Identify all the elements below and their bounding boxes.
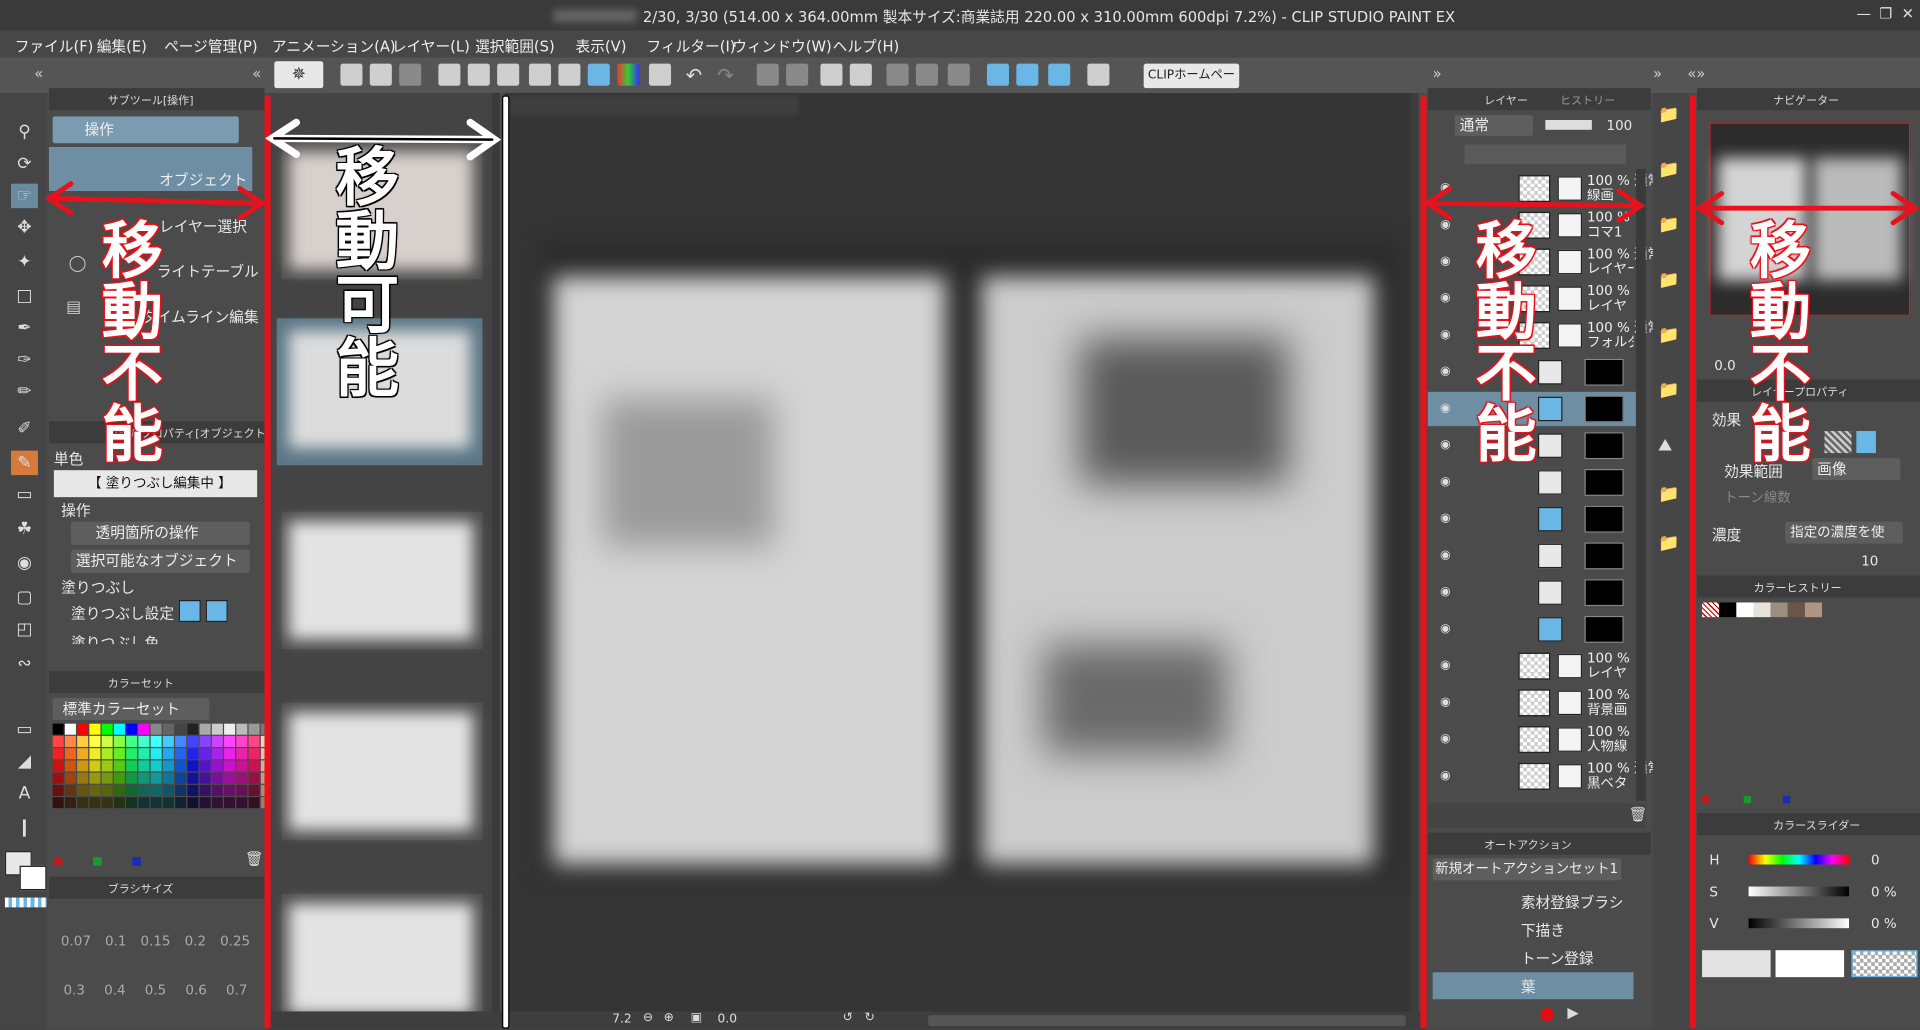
annotation-fixed-text: 移動不能 [1475, 215, 1537, 471]
annotation-fixed-text: 移動不能 [1749, 215, 1812, 471]
annotation-fixed-left: 移動不能 [96, 220, 169, 465]
annotation-fixed-text: 移動不能 [101, 215, 163, 471]
white-arrow-outline [273, 137, 494, 141]
red-arrow [44, 181, 267, 221]
annotation-movable-text: 移動可能 [335, 142, 400, 407]
annotation-arrows [44, 118, 1920, 226]
annotation-fixed-mid: 移動不能 [1469, 220, 1542, 465]
annotation-movable: 移動可能 [331, 147, 404, 402]
annotation-fixed-right: 移動不能 [1744, 220, 1817, 465]
